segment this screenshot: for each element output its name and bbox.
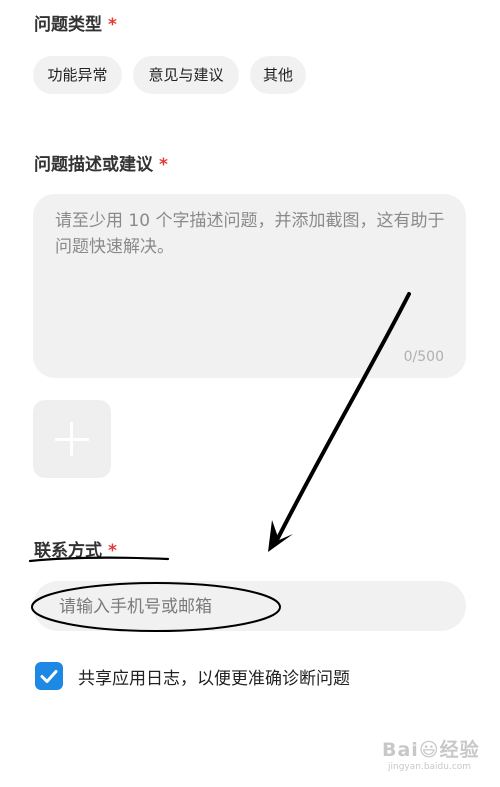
watermark: Bai😃经验 jingyan.baidu.com [382, 735, 480, 772]
check-icon [40, 670, 58, 683]
character-counter: 0/500 [403, 349, 444, 365]
issue-type-title: 问题类型 * [34, 10, 117, 35]
watermark-main: Bai😃经验 [382, 739, 480, 761]
share-log-checkbox[interactable] [35, 662, 63, 690]
description-title-text: 问题描述或建议 [34, 155, 153, 175]
contact-title-text: 联系方式 [34, 541, 102, 561]
issue-type-title-text: 问题类型 [34, 15, 102, 35]
watermark-sub: jingyan.baidu.com [388, 762, 472, 772]
required-mark: * [108, 541, 117, 561]
contact-title: 联系方式 * [34, 536, 117, 561]
share-log-label: 共享应用日志，以便更准确诊断问题 [78, 669, 350, 689]
contact-field[interactable] [33, 581, 466, 633]
required-mark: * [159, 155, 168, 175]
contact-input[interactable] [57, 581, 451, 633]
chip-other[interactable]: 其他 [250, 56, 306, 94]
annotation-arrowhead [268, 520, 293, 552]
chip-function-error[interactable]: 功能异常 [33, 56, 122, 94]
description-title: 问题描述或建议 * [34, 150, 168, 175]
add-image-button[interactable] [33, 400, 111, 478]
description-placeholder: 请至少用 10 个字描述问题，并添加截图，这有助于问题快速解决。 [55, 211, 445, 257]
description-textarea[interactable]: 请至少用 10 个字描述问题，并添加截图，这有助于问题快速解决。 0/500 [33, 194, 466, 378]
required-mark: * [108, 15, 117, 35]
chip-suggestion[interactable]: 意见与建议 [133, 56, 239, 94]
